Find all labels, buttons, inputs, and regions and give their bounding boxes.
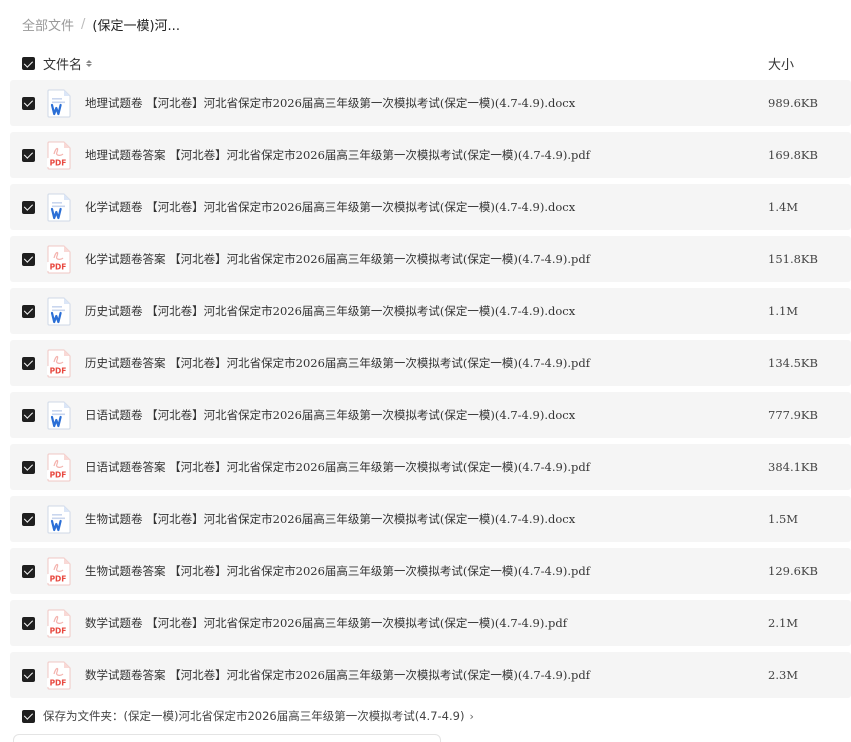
svg-text:PDF: PDF [50,575,67,584]
file-checkbox[interactable] [22,408,35,422]
save-as-folder-label: 保存为文件夹：(保定一模)河北省保定市2026届高三年级第一次模拟考试(4.7-… [43,709,465,723]
file-size: 2.1M [768,616,799,630]
pdf-file-icon: PDF [46,453,72,482]
file-name: 地理试题卷 【河北卷】河北省保定市2026届高三年级第一次模拟考试(保定一模)(… [85,96,576,110]
svg-text:PDF: PDF [50,471,67,480]
svg-text:PDF: PDF [50,627,67,636]
file-name: 历史试题卷答案 【河北卷】河北省保定市2026届高三年级第一次模拟考试(保定一模… [85,356,590,370]
pdf-file-icon: PDF [46,141,72,170]
file-size: 1.4M [768,200,799,214]
file-row[interactable]: 化学试题卷 【河北卷】河北省保定市2026届高三年级第一次模拟考试(保定一模)(… [10,184,851,230]
column-header-size: 大小 [768,58,795,73]
file-row[interactable]: PDF 历史试题卷答案 【河北卷】河北省保定市2026届高三年级第一次模拟考试(… [10,340,851,386]
pdf-file-icon: PDF [46,609,72,638]
sort-icon[interactable] [86,60,93,67]
bottom-panel [13,734,441,742]
pdf-file-icon: PDF [46,661,72,690]
word-file-icon [46,193,72,222]
file-checkbox[interactable] [22,512,35,526]
svg-text:PDF: PDF [50,367,67,376]
breadcrumb-separator: / [81,16,86,32]
pdf-file-icon: PDF [46,245,72,274]
file-size: 777.9KB [768,408,818,422]
file-name: 化学试题卷 【河北卷】河北省保定市2026届高三年级第一次模拟考试(保定一模)(… [85,200,576,214]
file-row[interactable]: PDF 地理试题卷答案 【河北卷】河北省保定市2026届高三年级第一次模拟考试(… [10,132,851,178]
file-name: 日语试题卷 【河北卷】河北省保定市2026届高三年级第一次模拟考试(保定一模)(… [85,408,576,422]
pdf-file-icon: PDF [46,557,72,586]
file-checkbox[interactable] [22,460,35,474]
chevron-right-icon[interactable]: › [469,710,473,723]
file-name: 日语试题卷答案 【河北卷】河北省保定市2026届高三年级第一次模拟考试(保定一模… [85,460,590,474]
file-size: 151.8KB [768,252,818,266]
file-name: 生物试题卷答案 【河北卷】河北省保定市2026届高三年级第一次模拟考试(保定一模… [85,564,590,578]
save-as-folder-option[interactable]: 保存为文件夹：(保定一模)河北省保定市2026届高三年级第一次模拟考试(4.7-… [22,706,474,726]
file-row[interactable]: 地理试题卷 【河北卷】河北省保定市2026届高三年级第一次模拟考试(保定一模)(… [10,80,851,126]
file-size: 1.5M [768,512,799,526]
file-row[interactable]: PDF 数学试题卷 【河北卷】河北省保定市2026届高三年级第一次模拟考试(保定… [10,600,851,646]
file-checkbox[interactable] [22,96,35,110]
svg-text:PDF: PDF [50,679,67,688]
file-size: 169.8KB [768,148,818,162]
breadcrumb: 全部文件 / (保定一模)河... [22,14,180,34]
file-checkbox[interactable] [22,564,35,578]
file-row[interactable]: 生物试题卷 【河北卷】河北省保定市2026届高三年级第一次模拟考试(保定一模)(… [10,496,851,542]
file-name: 生物试题卷 【河北卷】河北省保定市2026届高三年级第一次模拟考试(保定一模)(… [85,512,576,526]
file-name: 数学试题卷 【河北卷】河北省保定市2026届高三年级第一次模拟考试(保定一模)(… [85,616,567,630]
table-header: 文件名 大小 [0,52,851,76]
file-name: 化学试题卷答案 【河北卷】河北省保定市2026届高三年级第一次模拟考试(保定一模… [85,252,590,266]
file-name: 地理试题卷答案 【河北卷】河北省保定市2026届高三年级第一次模拟考试(保定一模… [85,148,590,162]
file-row[interactable]: 日语试题卷 【河北卷】河北省保定市2026届高三年级第一次模拟考试(保定一模)(… [10,392,851,438]
file-checkbox[interactable] [22,148,35,162]
file-size: 2.3M [768,668,799,682]
file-row[interactable]: PDF 化学试题卷答案 【河北卷】河北省保定市2026届高三年级第一次模拟考试(… [10,236,851,282]
pdf-file-icon: PDF [46,349,72,378]
file-checkbox[interactable] [22,616,35,630]
file-checkbox[interactable] [22,668,35,682]
word-file-icon [46,401,72,430]
file-row[interactable]: PDF 生物试题卷答案 【河北卷】河北省保定市2026届高三年级第一次模拟考试(… [10,548,851,594]
file-size: 989.6KB [768,96,818,110]
file-size: 129.6KB [768,564,818,578]
column-header-name-label: 文件名 [43,58,83,73]
breadcrumb-current: (保定一模)河... [92,18,180,34]
file-row[interactable]: 历史试题卷 【河北卷】河北省保定市2026届高三年级第一次模拟考试(保定一模)(… [10,288,851,334]
file-list: 地理试题卷 【河北卷】河北省保定市2026届高三年级第一次模拟考试(保定一模)(… [10,80,851,704]
word-file-icon [46,89,72,118]
file-row[interactable]: PDF 日语试题卷答案 【河北卷】河北省保定市2026届高三年级第一次模拟考试(… [10,444,851,490]
breadcrumb-root-link[interactable]: 全部文件 [22,15,74,34]
file-checkbox[interactable] [22,200,35,214]
file-checkbox[interactable] [22,252,35,266]
file-name: 数学试题卷答案 【河北卷】河北省保定市2026届高三年级第一次模拟考试(保定一模… [85,668,590,682]
file-size: 1.1M [768,304,799,318]
file-checkbox[interactable] [22,356,35,370]
file-checkbox[interactable] [22,304,35,318]
word-file-icon [46,505,72,534]
file-size: 384.1KB [768,460,818,474]
word-file-icon [46,297,72,326]
save-as-folder-checkbox[interactable] [22,709,35,723]
svg-text:PDF: PDF [50,263,67,272]
file-row[interactable]: PDF 数学试题卷答案 【河北卷】河北省保定市2026届高三年级第一次模拟考试(… [10,652,851,698]
column-header-name[interactable]: 文件名 [43,54,93,73]
file-name: 历史试题卷 【河北卷】河北省保定市2026届高三年级第一次模拟考试(保定一模)(… [85,304,576,318]
file-size: 134.5KB [768,356,818,370]
svg-text:PDF: PDF [50,159,67,168]
select-all-checkbox[interactable] [22,57,35,70]
